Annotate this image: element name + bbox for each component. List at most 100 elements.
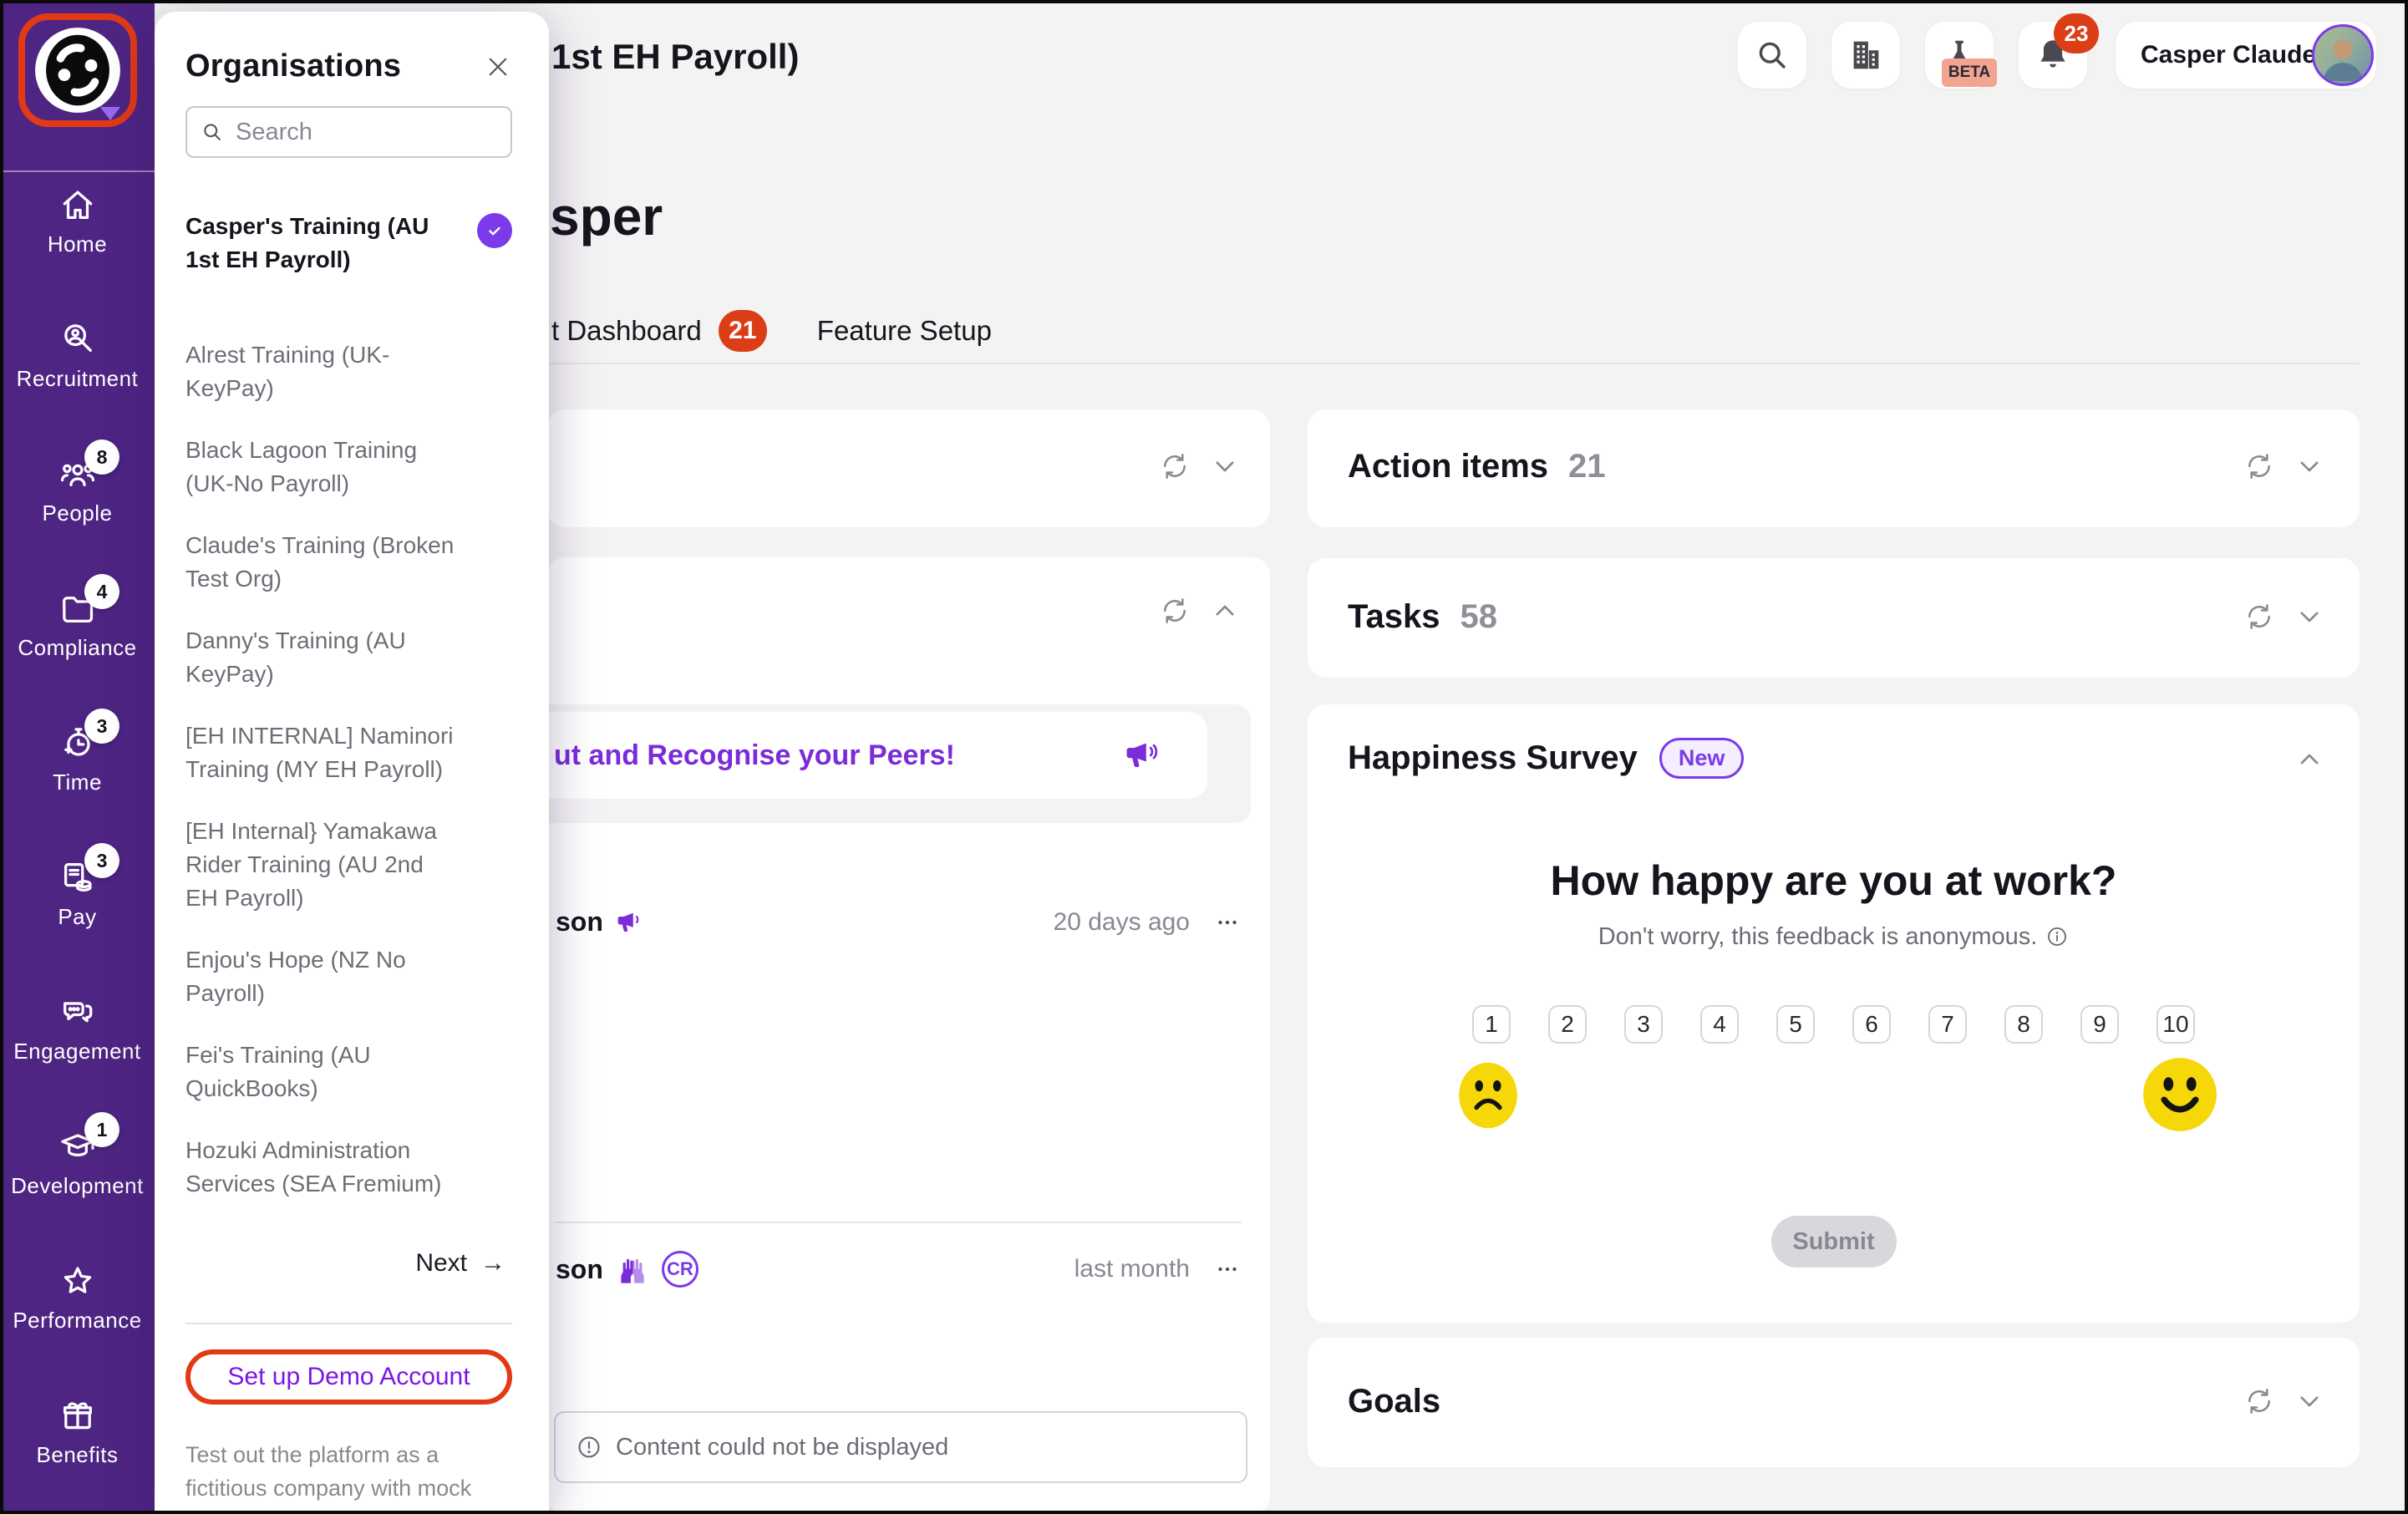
happiness-survey-title: Happiness Survey [1348, 739, 1638, 777]
close-icon[interactable] [484, 53, 512, 81]
rating-1[interactable]: 1 [1472, 1005, 1511, 1044]
org-item[interactable]: [EH INTERNAL] Naminori Training (MY EH P… [185, 719, 512, 786]
info-icon [2045, 925, 2069, 948]
alert-icon [576, 1434, 602, 1461]
rating-3[interactable]: 3 [1624, 1005, 1663, 1044]
tab-feature-setup[interactable]: Feature Setup [817, 315, 992, 347]
announcement-link[interactable]: ut and Recognise your Peers! [554, 739, 955, 772]
next-page-link[interactable]: Next→ [185, 1249, 512, 1278]
search-icon [201, 120, 224, 144]
org-search-input[interactable]: Search [185, 106, 512, 158]
tab-dashboard[interactable]: t Dashboard [551, 315, 702, 347]
org-item-selected[interactable]: Casper's Training (AU 1st EH Payroll) [185, 210, 512, 310]
rating-5[interactable]: 5 [1776, 1005, 1815, 1044]
org-switcher-caret-icon [100, 107, 120, 120]
submit-button[interactable]: Submit [1771, 1216, 1897, 1268]
rating-4[interactable]: 4 [1700, 1005, 1739, 1044]
chevron-up-icon[interactable] [2293, 743, 2326, 776]
rating-10[interactable]: 10 [2157, 1005, 2195, 1044]
user-menu[interactable]: Casper Claude [2116, 22, 2376, 89]
sidebar-item-development[interactable]: 1 Development [0, 1127, 155, 1199]
rating-6[interactable]: 6 [1852, 1005, 1891, 1044]
org-item[interactable]: Alrest Training (UK- KeyPay) [185, 338, 512, 405]
refresh-icon[interactable] [2243, 600, 2276, 633]
employment-hero-logo[interactable] [34, 27, 121, 114]
feed-post: son 20 days ago [556, 907, 1242, 937]
dashboard-count-badge: 21 [719, 310, 767, 352]
sidebar-item-recruitment[interactable]: Recruitment [0, 320, 155, 392]
org-item[interactable]: Black Lagoon Training (UK-No Payroll) [185, 434, 512, 500]
action-items-card: Action items 21 [1308, 409, 2360, 527]
refresh-icon[interactable] [2243, 1384, 2276, 1418]
setup-demo-account-button[interactable]: Set up Demo Account [185, 1349, 512, 1405]
arrow-right-icon: → [480, 1249, 505, 1277]
org-item[interactable]: Hozuki Administration Services (SEA Frem… [185, 1134, 512, 1201]
beta-badge: BETA [1942, 58, 1997, 87]
time-count-badge: 3 [84, 709, 119, 744]
organisations-panel: Organisations Search Casper's Training (… [155, 12, 549, 1511]
action-items-title: Action items [1348, 448, 1548, 485]
rating-7[interactable]: 7 [1928, 1005, 1967, 1044]
check-icon [477, 213, 512, 248]
tab-bar-divider [549, 363, 2360, 364]
sidebar-item-performance[interactable]: Performance [0, 1262, 155, 1334]
refresh-icon[interactable] [2243, 450, 2276, 483]
smiley-face-icon [2141, 1055, 2219, 1134]
announcement-pill[interactable]: ut and Recognise your Peers! [547, 712, 1207, 799]
sidebar-item-pay[interactable]: 3 Pay [0, 858, 155, 930]
org-item[interactable]: Danny's Training (AU KeyPay) [185, 624, 512, 691]
greeting-text: sper [550, 185, 663, 247]
page-title: 1st EH Payroll) [551, 37, 799, 77]
chevron-down-icon[interactable] [1208, 450, 1242, 483]
refresh-icon[interactable] [1158, 594, 1191, 627]
post-timestamp: last month [1074, 1255, 1190, 1283]
org-item[interactable]: Fei's Training (AU QuickBooks) [185, 1039, 512, 1105]
goals-card: Goals [1308, 1338, 2360, 1467]
feed-post: son CR last month [556, 1251, 1242, 1288]
sidebar-item-time[interactable]: 3 Time [0, 724, 155, 795]
chevron-down-icon[interactable] [2293, 450, 2326, 483]
org-item[interactable]: Enjou's Hope (NZ No Payroll) [185, 943, 512, 1010]
refresh-icon[interactable] [1158, 450, 1191, 483]
megaphone-icon [615, 907, 645, 937]
sidebar-item-compliance[interactable]: 4 Compliance [0, 589, 155, 661]
goals-title: Goals [1348, 1383, 1440, 1420]
benefits-icon [58, 1396, 97, 1435]
org-item[interactable]: [EH Internal} Yamakawa Rider Training (A… [185, 815, 512, 915]
cr-badge: CR [662, 1251, 699, 1288]
sidebar-item-people[interactable]: 8 People [0, 455, 155, 526]
tab-bar: t Dashboard 21 Feature Setup [551, 309, 992, 353]
megaphone-icon [1123, 736, 1161, 775]
action-items-count: 21 [1568, 448, 1606, 485]
announcement-banner: ut and Recognise your Peers! [547, 704, 1251, 823]
people-count-badge: 8 [84, 439, 119, 475]
sidebar-item-engagement[interactable]: Engagement [0, 993, 155, 1064]
building-icon [1847, 36, 1885, 74]
post-menu-button[interactable] [1213, 908, 1242, 937]
chevron-down-icon[interactable] [2293, 1384, 2326, 1418]
sidebar: Home Recruitment 8 People 4 Compliance 3 [0, 0, 155, 1514]
rating-8[interactable]: 8 [2004, 1005, 2043, 1044]
logo-annotation-ring [18, 13, 137, 127]
recruitment-icon [58, 320, 97, 358]
rating-2[interactable]: 2 [1548, 1005, 1587, 1044]
user-name: Casper Claude [2141, 41, 2316, 69]
content-error-text: Content could not be displayed [616, 1434, 948, 1461]
post-author[interactable]: son [556, 907, 603, 937]
chevron-up-icon[interactable] [1208, 594, 1242, 627]
search-button[interactable] [1738, 22, 1806, 89]
sidebar-divider [0, 170, 155, 172]
development-count-badge: 1 [84, 1112, 119, 1147]
raised-hands-icon [615, 1252, 650, 1287]
organisation-button[interactable] [1831, 22, 1900, 89]
rating-9[interactable]: 9 [2080, 1005, 2119, 1044]
post-author[interactable]: son [556, 1254, 603, 1285]
performance-icon [58, 1262, 97, 1300]
chevron-down-icon[interactable] [2293, 600, 2326, 633]
sidebar-item-benefits[interactable]: Benefits [0, 1396, 155, 1468]
org-item[interactable]: Claude's Training (Broken Test Org) [185, 529, 512, 596]
sidebar-item-home[interactable]: Home [0, 185, 155, 257]
compliance-count-badge: 4 [84, 574, 119, 609]
post-menu-button[interactable] [1213, 1255, 1242, 1283]
labs-button[interactable]: BETA [1925, 22, 1994, 89]
